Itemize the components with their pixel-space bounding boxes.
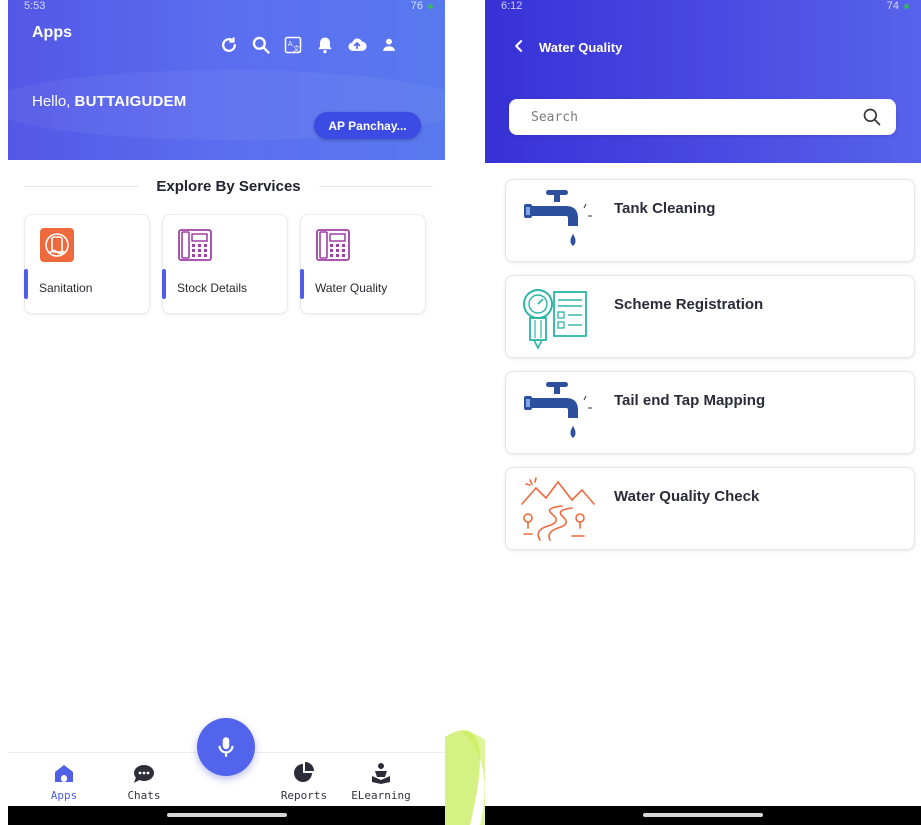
status-time: 5:53 xyxy=(24,0,46,12)
search-icon[interactable] xyxy=(862,107,882,127)
home-icon xyxy=(55,765,73,782)
nav-label: ELearning xyxy=(351,789,411,802)
water-tap-icon xyxy=(524,190,592,246)
nav-elearning[interactable]: ELearning xyxy=(346,762,416,802)
list-item-label: Tank Cleaning xyxy=(614,200,716,217)
apps-screen: 5:53 76 Apps A文 Hello, BUTTAIGUDEM AP Pa… xyxy=(8,0,445,825)
page-title: Water Quality xyxy=(539,40,623,55)
greeting-prefix: Hello, xyxy=(32,93,71,110)
service-card-water-quality[interactable]: Water Quality xyxy=(300,214,426,314)
list-item-label: Water Quality Check xyxy=(614,488,760,505)
status-time: 6:12 xyxy=(501,0,523,12)
battery-icon xyxy=(428,3,433,9)
status-battery: 76 xyxy=(410,0,423,12)
svg-text:文: 文 xyxy=(293,44,300,53)
voice-input-button[interactable] xyxy=(197,718,255,776)
service-card-stock-details[interactable]: Stock Details xyxy=(162,214,288,314)
cloud-upload-icon[interactable] xyxy=(341,30,373,60)
service-label: Stock Details xyxy=(177,281,248,295)
gesture-bar xyxy=(8,806,445,825)
divider xyxy=(318,185,434,187)
service-card-sanitation[interactable]: Sanitation xyxy=(24,214,150,314)
water-tap-icon xyxy=(524,382,592,438)
nav-label: Apps xyxy=(50,789,78,802)
panchayat-selector-button[interactable]: AP Panchay... xyxy=(314,112,421,139)
sanitation-icon xyxy=(40,228,74,262)
office-phone-icon xyxy=(178,229,212,261)
service-label: Sanitation xyxy=(39,281,93,295)
search-icon[interactable] xyxy=(245,30,277,60)
list-item-label: Tail end Tap Mapping xyxy=(614,392,766,409)
nav-label: Chats xyxy=(127,789,161,802)
nav-apps[interactable]: Apps xyxy=(29,762,99,802)
list-item-tank-cleaning[interactable]: Tank Cleaning xyxy=(505,179,915,262)
list-item-label: Scheme Registration xyxy=(614,296,764,313)
microphone-icon xyxy=(218,737,234,757)
profile-icon[interactable] xyxy=(373,30,405,60)
list-item-tail-end-tap-mapping[interactable]: Tail end Tap Mapping xyxy=(505,371,915,454)
header-toolbar: A文 xyxy=(213,30,405,60)
divider xyxy=(24,185,139,187)
status-battery: 74 xyxy=(886,0,899,12)
reader-icon xyxy=(372,763,390,784)
gesture-bar xyxy=(485,806,921,825)
apps-header: 5:53 76 Apps A文 Hello, BUTTAIGUDEM AP Pa… xyxy=(8,0,445,160)
battery-icon xyxy=(904,3,909,9)
greeting: Hello, BUTTAIGUDEM xyxy=(32,93,186,110)
search-bar xyxy=(509,99,896,135)
meter-checklist-icon xyxy=(523,289,587,350)
list-item-scheme-registration[interactable]: Scheme Registration xyxy=(505,275,915,358)
service-label: Water Quality xyxy=(315,281,388,295)
nav-reports[interactable]: Reports xyxy=(269,762,339,802)
status-bar: 6:12 74 xyxy=(485,0,921,12)
office-phone-icon xyxy=(316,229,350,261)
nav-label: Reports xyxy=(280,789,328,802)
translate-icon[interactable]: A文 xyxy=(277,30,309,60)
nav-chats[interactable]: Chats xyxy=(109,762,179,802)
chat-icon xyxy=(134,765,154,783)
back-button[interactable] xyxy=(509,36,529,56)
section-title: Explore By Services xyxy=(156,177,301,195)
section-heading: Explore By Services xyxy=(24,176,434,196)
water-quality-screen: 6:12 74 Water Quality Tank Cleaning xyxy=(485,0,921,825)
pie-chart-icon xyxy=(294,762,314,782)
user-name: BUTTAIGUDEM xyxy=(74,93,187,110)
river-landscape-icon xyxy=(521,477,595,541)
status-bar: 5:53 76 xyxy=(8,0,445,12)
refresh-icon[interactable] xyxy=(213,30,245,60)
water-quality-header: 6:12 74 Water Quality xyxy=(485,0,921,163)
app-title: Apps xyxy=(32,24,72,41)
chevron-left-icon xyxy=(515,40,523,52)
bell-icon[interactable] xyxy=(309,30,341,60)
search-input[interactable] xyxy=(531,109,862,125)
list-item-water-quality-check[interactable]: Water Quality Check xyxy=(505,467,915,550)
